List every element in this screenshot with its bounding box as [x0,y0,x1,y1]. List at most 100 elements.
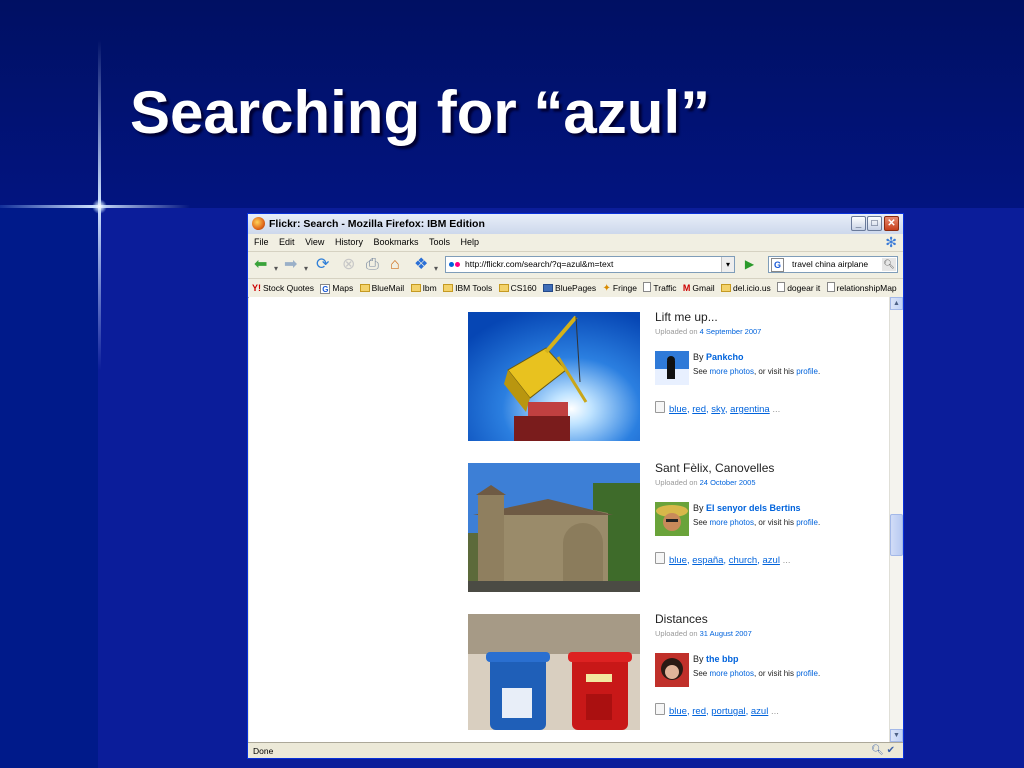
result-title[interactable]: Sant Fèlix, Canovelles [655,461,774,475]
date-link[interactable]: 31 August 2007 [700,629,752,638]
scroll-down-icon[interactable]: ▼ [890,729,903,742]
menu-bar: File Edit View History Bookmarks Tools H… [248,234,903,252]
tag-link[interactable]: blue [669,555,687,566]
reload-icon[interactable]: ⟳ [316,256,329,274]
search-input[interactable]: travel china airplane [792,257,868,272]
profile-link[interactable]: profile [796,518,818,527]
window-titlebar[interactable]: Flickr: Search - Mozilla Firefox: IBM Ed… [248,214,903,234]
photo-thumbnail[interactable] [468,614,640,742]
check-icon[interactable]: ✔ [887,745,895,756]
close-button[interactable]: ✕ [884,216,899,231]
menu-help[interactable]: Help [461,234,480,251]
stop-icon[interactable]: ⊗ [342,256,355,274]
scroll-up-icon[interactable]: ▲ [890,297,903,310]
tag-link[interactable]: argentina [730,404,770,415]
folder-icon [443,284,454,292]
profile-link[interactable]: profile [796,669,818,678]
author-link[interactable]: El senyor dels Bertins [706,503,801,513]
bookmark-ibm[interactable]: Ibm [410,279,437,297]
bookmark-stock-quotes[interactable]: Y! Stock Quotes [252,279,314,297]
tag-link[interactable]: red [692,706,706,717]
back-icon[interactable]: ⬅ [254,256,267,274]
status-bar: Done 🔍︎ ✔ [248,742,903,758]
more-photos-link[interactable]: more photos [709,518,753,527]
scroll-thumb[interactable] [890,514,903,556]
forward-dropdown-icon[interactable]: ▾ [304,260,308,278]
profile-link[interactable]: profile [796,367,818,376]
more-photos-link[interactable]: more photos [709,669,753,678]
home-icon[interactable]: ⌂ [390,256,400,274]
maximize-button[interactable]: □ [867,216,882,231]
date-link[interactable]: 4 September 2007 [700,327,762,336]
go-icon[interactable]: ▶ [741,256,758,273]
bookmark-bluemail[interactable]: BlueMail [359,279,404,297]
bookmark-cs160[interactable]: CS160 [498,279,537,297]
status-text: Done [253,746,274,756]
byline: By the bbp [693,654,739,664]
bookmark-dropdown-icon[interactable]: ▾ [434,260,438,278]
menu-tools[interactable]: Tools [429,234,450,251]
author-link[interactable]: the bbp [706,654,739,664]
page-icon [777,282,786,292]
avatar[interactable] [655,502,689,536]
menu-file[interactable]: File [254,234,269,251]
search-box[interactable]: G travel china airplane 🔍︎ [768,256,898,273]
flickr-favicon-pink-icon [455,262,460,267]
more-photos-link[interactable]: more photos [709,367,753,376]
author-link[interactable]: Pankcho [706,352,744,362]
tag-list: blue, red, sky, argentina ... [655,401,780,415]
tag-link[interactable]: españa [692,555,723,566]
byline: By El senyor dels Bertins [693,503,801,513]
vertical-scrollbar[interactable]: ▲ ▼ [889,297,903,742]
bookmark-ibm-tools[interactable]: IBM Tools [443,279,492,297]
bookmark-relationshipmap[interactable]: relationshipMap [826,279,897,297]
photo-thumbnail[interactable] [468,312,640,441]
search-result: Sant Fèlix, Canovelles Uploaded on 24 Oc… [249,461,889,598]
tag-link[interactable]: sky [711,404,725,415]
bookmark-maps[interactable]: G Maps [320,279,353,297]
print-icon[interactable]: ⎙ [366,256,379,274]
result-title[interactable]: Distances [655,612,708,626]
tag-link[interactable]: azul [763,555,780,566]
forward-icon[interactable]: ➡ [284,256,297,274]
avatar[interactable] [655,653,689,687]
menu-history[interactable]: History [335,234,363,251]
google-engine-icon[interactable]: G [771,258,784,272]
menu-view[interactable]: View [305,234,324,251]
tag-link[interactable]: azul [751,706,768,717]
bookmark-delicious[interactable]: del.icio.us [721,279,771,297]
tag-link[interactable]: red [692,404,706,415]
menu-edit[interactable]: Edit [279,234,295,251]
avatar[interactable] [655,351,689,385]
result-title[interactable]: Lift me up... [655,310,718,324]
url-bar[interactable]: http://flickr.com/search/?q=azul&m=text … [445,256,735,273]
tag-link[interactable]: portugal [711,706,745,717]
bookmark-gmail[interactable]: M Gmail [683,279,715,297]
bookmark-fringe[interactable]: ✦ Fringe [603,279,637,297]
byline: By Pankcho [693,352,744,362]
tag-link[interactable]: church [729,555,758,566]
date-link[interactable]: 24 October 2005 [700,478,756,487]
window-title: Flickr: Search - Mozilla Firefox: IBM Ed… [269,218,485,230]
back-dropdown-icon[interactable]: ▾ [274,260,278,278]
firefox-logo-icon [252,217,265,230]
see-more-text: See more photos, or visit his profile. [693,669,821,678]
bookmark-traffic[interactable]: Traffic [643,279,677,297]
url-text[interactable]: http://flickr.com/search/?q=azul&m=text [465,257,613,272]
minimize-button[interactable]: _ [851,216,866,231]
folder-icon [721,284,731,292]
tag-link[interactable]: blue [669,706,687,717]
search-status-icon[interactable]: 🔍︎ [871,745,884,756]
search-icon[interactable]: 🔍︎ [882,258,896,271]
url-dropdown-icon[interactable]: ▾ [721,257,734,272]
light-flare-center [92,199,107,214]
upload-date: Uploaded on 24 October 2005 [655,478,756,487]
tag-link[interactable]: blue [669,404,687,415]
photo-thumbnail[interactable] [468,463,640,592]
bookmark-bluepages[interactable]: BluePages [543,279,596,297]
gmail-icon: M [682,283,691,293]
bookmark-arrow-icon[interactable]: ❖ [414,256,428,274]
yahoo-icon: Y! [252,283,261,293]
menu-bookmarks[interactable]: Bookmarks [373,234,418,251]
bookmark-dogear-it[interactable]: dogear it [777,279,820,297]
